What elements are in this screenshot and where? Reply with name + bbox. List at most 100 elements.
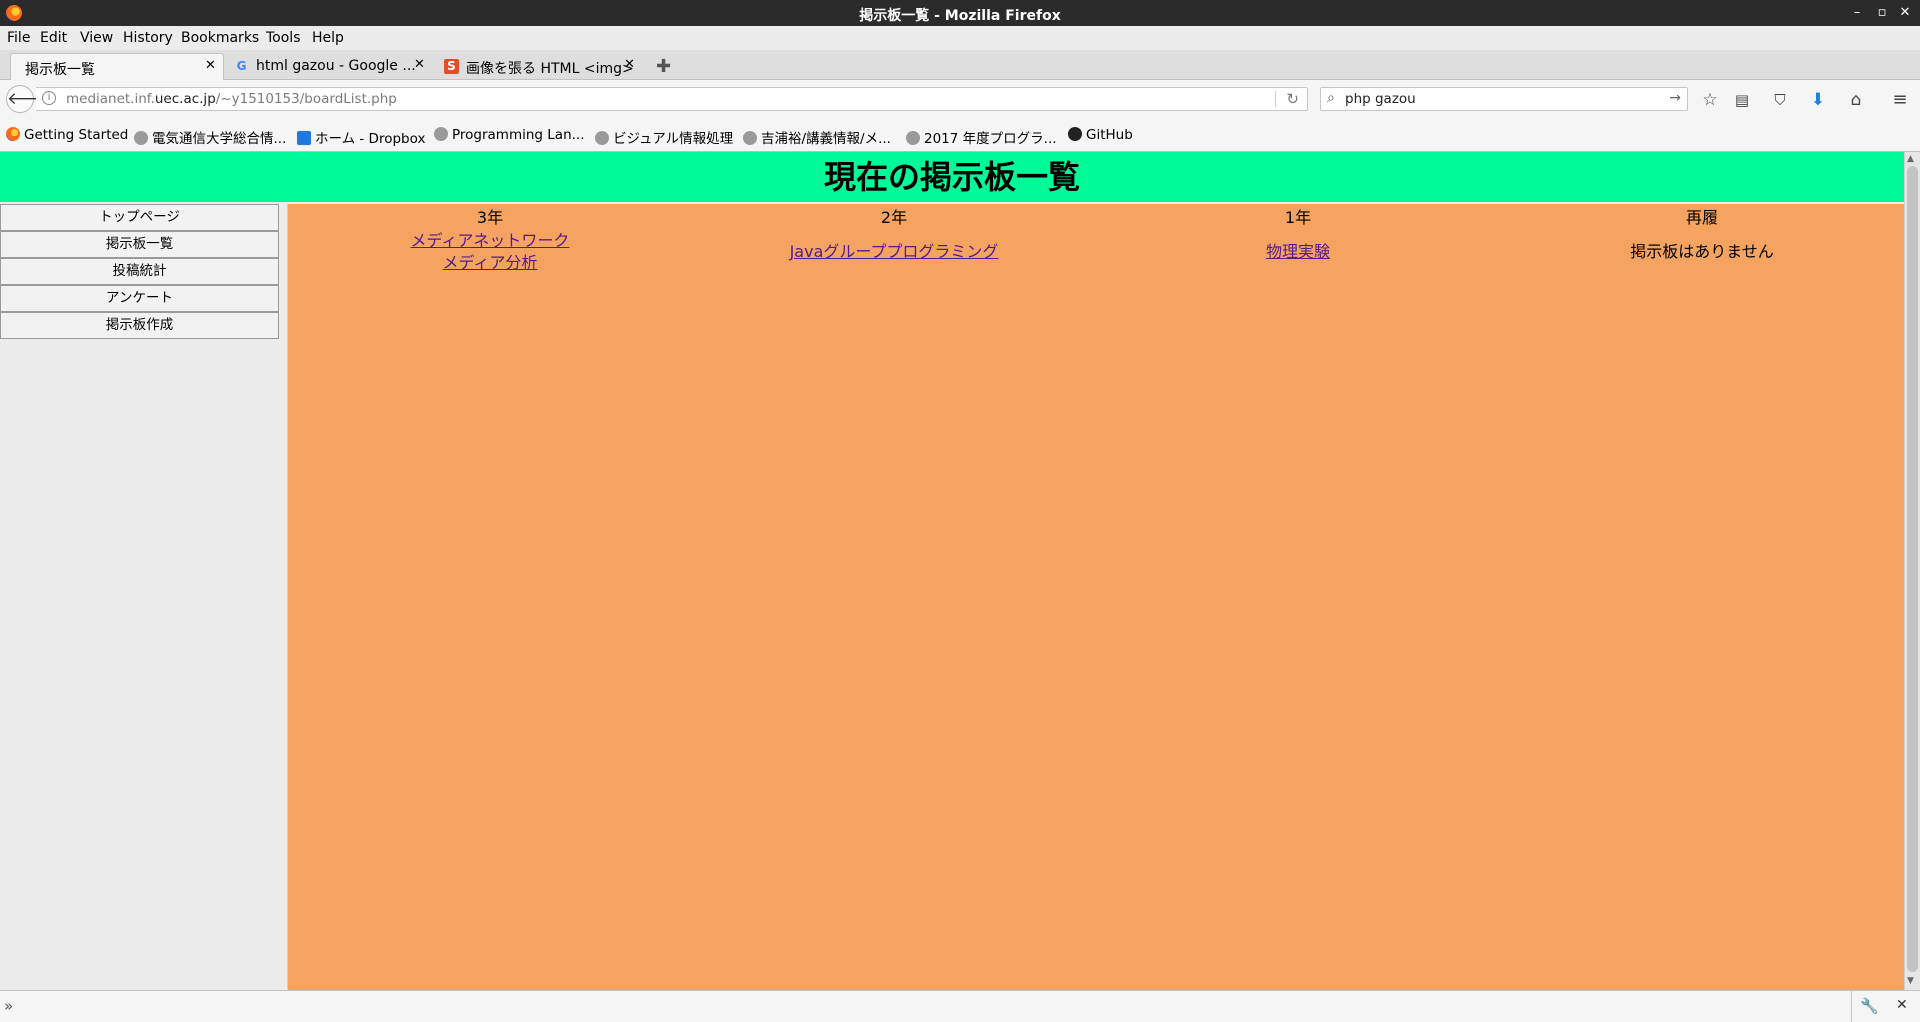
bookmark-label: ビジュアル情報処理 xyxy=(613,131,734,147)
url-separator xyxy=(1275,91,1276,107)
menu-bar: File Edit View History Bookmarks Tools H… xyxy=(0,26,1920,50)
sidebar: トップページ 掲示板一覧 投稿統計 アンケート 掲示板作成 xyxy=(0,204,287,339)
bookmark-label: GitHub xyxy=(1086,127,1133,143)
developer-toolbar: » 🔧 ✕ xyxy=(0,990,1920,1022)
search-icon: ⌕ xyxy=(1327,90,1335,106)
tab-google[interactable]: G html gazou - Google ... ✕ xyxy=(228,53,426,80)
page-viewport: 現在の掲示板一覧 トップページ 掲示板一覧 投稿統計 アンケート 掲示板作成 3… xyxy=(0,152,1904,990)
column-3rd-year: 3年 メディアネットワーク メディア分析 xyxy=(288,204,692,274)
bookmark-uec[interactable]: 電気通信大学総合情... xyxy=(134,127,286,147)
close-icon[interactable]: ✕ xyxy=(624,57,635,72)
globe-icon xyxy=(906,131,920,145)
bookmark-star-icon[interactable]: ☆ xyxy=(1699,89,1721,111)
bookmark-visual[interactable]: ビジュアル情報処理 xyxy=(595,127,733,147)
url-prefix: medianet.inf. xyxy=(66,91,155,107)
command-prompt-icon[interactable]: » xyxy=(4,997,13,1015)
globe-icon xyxy=(434,127,448,141)
column-2nd-year: 2年 Javaグループプログラミング xyxy=(692,204,1096,263)
bookmark-label: 2017 年度プログラ... xyxy=(924,131,1057,147)
sidebar-top-page-button[interactable]: トップページ xyxy=(0,204,279,231)
globe-icon xyxy=(743,131,757,145)
url-path: /~y1510153/boardList.php xyxy=(215,91,397,107)
sidebar-board-list-button[interactable]: 掲示板一覧 xyxy=(0,231,279,258)
bookmark-getting-started[interactable]: Getting Started xyxy=(6,127,128,143)
close-icon[interactable]: ✕ xyxy=(414,57,425,72)
home-icon[interactable]: ⌂ xyxy=(1845,89,1867,111)
bookmarks-bar: Getting Started 電気通信大学総合情... ホーム - Dropb… xyxy=(0,118,1920,152)
scroll-up-icon[interactable]: ▲ xyxy=(1907,154,1914,164)
navigation-bar: 🡐 i medianet.inf.uec.ac.jp/~y1510153/boa… xyxy=(0,80,1920,118)
column-heading: 1年 xyxy=(1284,208,1312,227)
wrench-icon[interactable]: 🔧 xyxy=(1860,997,1879,1015)
s-icon: S xyxy=(444,59,459,74)
sidebar-survey-button[interactable]: アンケート xyxy=(0,285,279,312)
pocket-icon[interactable]: ⛉ xyxy=(1769,89,1791,111)
scrollbar-thumb[interactable] xyxy=(1907,166,1918,972)
window-title-bar: 掲示板一覧 - Mozilla Firefox – ▫ ✕ xyxy=(0,0,1920,26)
bookmark-2017[interactable]: 2017 年度プログラ... xyxy=(906,127,1057,147)
scroll-down-icon[interactable]: ▼ xyxy=(1907,976,1914,986)
new-tab-icon[interactable]: ✚ xyxy=(656,56,671,77)
url-text[interactable]: medianet.inf.uec.ac.jp/~y1510153/boardLi… xyxy=(66,91,397,107)
column-heading: 2年 xyxy=(880,208,908,227)
bookmark-label: ホーム - Dropbox xyxy=(315,131,426,147)
bookmark-label: 電気通信大学総合情... xyxy=(152,131,287,147)
vertical-scrollbar[interactable]: ▲ ▼ xyxy=(1904,152,1920,990)
menu-tools[interactable]: Tools xyxy=(266,30,301,46)
close-icon[interactable]: ✕ xyxy=(205,58,216,73)
bookmark-dropbox[interactable]: ホーム - Dropbox xyxy=(297,127,425,147)
back-button[interactable]: 🡐 xyxy=(6,85,53,113)
toolbar-separator xyxy=(1851,991,1852,1022)
maximize-button[interactable]: ▫ xyxy=(1873,4,1891,22)
search-box[interactable]: ⌕ php gazou → xyxy=(1320,87,1688,111)
sidebar-post-stats-button[interactable]: 投稿統計 xyxy=(0,258,279,285)
tab-label: html gazou - Google ... xyxy=(256,58,416,74)
menu-bookmarks[interactable]: Bookmarks xyxy=(181,30,259,46)
menu-history[interactable]: History xyxy=(123,30,173,46)
bookmark-programming[interactable]: Programming Lan... xyxy=(434,127,585,143)
close-icon[interactable]: ✕ xyxy=(1896,997,1908,1013)
close-window-button[interactable]: ✕ xyxy=(1896,4,1914,22)
globe-icon xyxy=(595,131,609,145)
dropbox-icon xyxy=(297,131,311,145)
bookmark-label: Programming Lan... xyxy=(452,127,585,143)
sidebar-create-board-button[interactable]: 掲示板作成 xyxy=(0,312,279,339)
tab-label: 画像を張る HTML <img> xyxy=(466,61,634,77)
menu-file[interactable]: File xyxy=(7,30,30,46)
search-input[interactable]: php gazou xyxy=(1345,91,1416,107)
page-title: 現在の掲示板一覧 xyxy=(823,158,1080,196)
column-retake: 再履 掲示板はありません xyxy=(1500,204,1904,263)
no-boards-text: 掲示板はありません xyxy=(1630,242,1774,261)
tab-img-html[interactable]: S 画像を張る HTML <img> ✕ xyxy=(440,53,640,80)
reload-icon[interactable]: ↻ xyxy=(1286,90,1299,108)
bookmark-label: Getting Started xyxy=(24,127,129,143)
bookmark-label: 吉浦裕/講義情報/メ... xyxy=(761,131,891,147)
menu-hamburger-icon[interactable]: ≡ xyxy=(1889,89,1911,111)
menu-help[interactable]: Help xyxy=(312,30,344,46)
column-1st-year: 1年 物理実験 xyxy=(1096,204,1500,263)
bookmark-yoshiura[interactable]: 吉浦裕/講義情報/メ... xyxy=(743,127,891,147)
google-icon: G xyxy=(236,59,247,73)
info-icon[interactable]: i xyxy=(42,91,56,105)
menu-edit[interactable]: Edit xyxy=(40,30,67,46)
url-bar[interactable]: i medianet.inf.uec.ac.jp/~y1510153/board… xyxy=(36,87,1308,111)
board-link-java-group[interactable]: Javaグループプログラミング xyxy=(692,241,1096,263)
reader-list-icon[interactable]: ▤ xyxy=(1731,89,1753,111)
bookmark-github[interactable]: GitHub xyxy=(1068,127,1133,143)
menu-view[interactable]: View xyxy=(80,30,113,46)
window-title: 掲示板一覧 - Mozilla Firefox xyxy=(859,8,1061,24)
tab-board-list[interactable]: 掲示板一覧 ✕ xyxy=(10,53,224,81)
tab-label: 掲示板一覧 xyxy=(25,62,95,78)
board-link-media-analysis[interactable]: メディア分析 xyxy=(288,252,692,274)
download-icon[interactable]: ⬇ xyxy=(1807,89,1829,111)
column-heading: 3年 xyxy=(476,208,504,227)
board-link-physics-lab[interactable]: 物理実験 xyxy=(1096,241,1500,263)
minimize-button[interactable]: – xyxy=(1848,4,1866,22)
firefox-icon xyxy=(6,127,20,141)
url-domain: uec.ac.jp xyxy=(154,91,216,107)
github-icon xyxy=(1068,127,1082,141)
go-arrow-icon[interactable]: → xyxy=(1669,90,1681,106)
tab-bar: 掲示板一覧 ✕ G html gazou - Google ... ✕ S 画像… xyxy=(0,50,1920,81)
board-link-media-network[interactable]: メディアネットワーク xyxy=(288,230,692,252)
globe-icon xyxy=(134,131,148,145)
